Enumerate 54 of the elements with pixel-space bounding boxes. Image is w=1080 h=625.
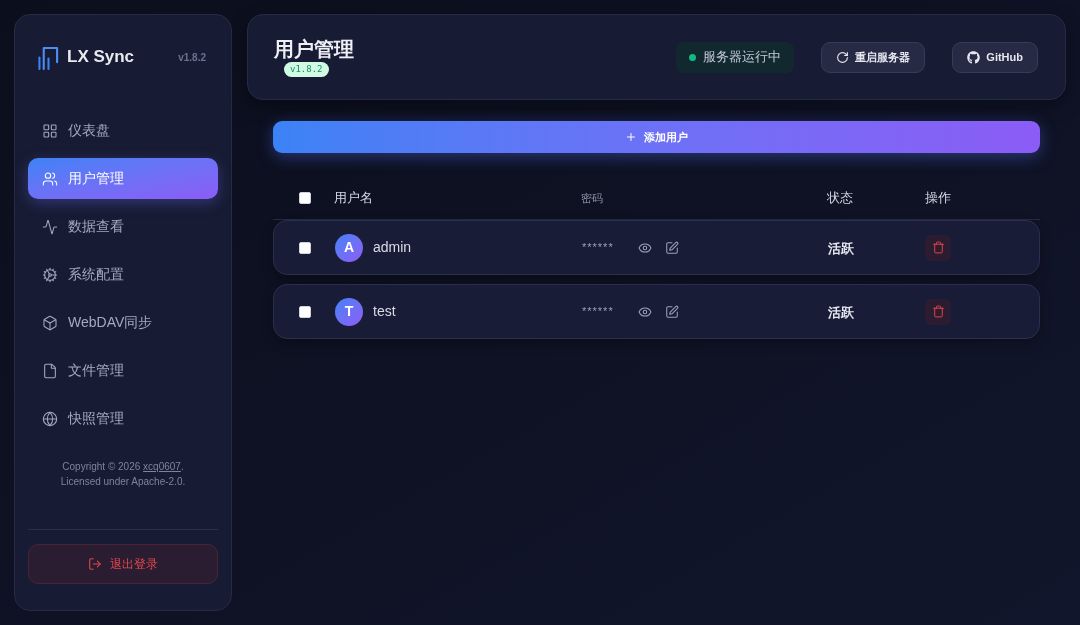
- nav-item[interactable]: WebDAV同步: [28, 302, 218, 343]
- nav-item[interactable]: 快照管理: [28, 398, 218, 439]
- username-text: admin: [373, 238, 412, 257]
- users-icon: [42, 170, 58, 187]
- nav-item[interactable]: 数据查看: [28, 206, 218, 247]
- username-text: test: [373, 302, 396, 321]
- trash-icon: [931, 241, 945, 254]
- nav-item[interactable]: 文件管理: [28, 350, 218, 391]
- file-icon: [42, 362, 58, 379]
- checkbox[interactable]: [299, 192, 311, 204]
- nav-item[interactable]: 仪表盘: [28, 110, 218, 151]
- status-text: 活跃: [828, 304, 854, 320]
- eye-icon[interactable]: [637, 304, 652, 319]
- cube-icon: [42, 314, 58, 331]
- eye-icon[interactable]: [637, 240, 652, 255]
- column-header: 密码: [581, 191, 603, 204]
- checkbox[interactable]: [299, 305, 311, 318]
- github-button[interactable]: GitHub: [952, 41, 1038, 73]
- edit-icon[interactable]: [664, 240, 679, 255]
- nav-item[interactable]: 系统配置: [28, 254, 218, 295]
- author-link[interactable]: xcq0607: [143, 461, 181, 472]
- column-header: 操作: [925, 190, 951, 206]
- trash-icon: [931, 305, 945, 318]
- license-text: Licensed under Apache-2.0.: [60, 475, 186, 489]
- settings-icon: [42, 266, 58, 283]
- plus-icon: [625, 131, 637, 143]
- refresh-icon: [836, 50, 850, 64]
- page-title: 用户管理: [274, 37, 354, 61]
- version-badge: v1.8.2: [284, 62, 329, 77]
- globe-icon: [42, 410, 58, 427]
- status-label: 服务器运行中: [703, 48, 782, 67]
- delete-button[interactable]: [925, 298, 951, 325]
- password-text: ******: [582, 304, 614, 320]
- logo-icon: [38, 44, 59, 70]
- github-icon: [967, 50, 981, 64]
- user-avatar: T: [335, 297, 363, 326]
- grid-icon: [42, 122, 58, 139]
- column-header: 状态: [827, 190, 853, 206]
- activity-icon: [42, 218, 58, 235]
- logout-button[interactable]: 退出登录: [28, 544, 218, 584]
- brand-name: LX Sync: [67, 46, 135, 69]
- password-text: ******: [582, 240, 614, 256]
- version-label: v1.8.2: [178, 50, 206, 65]
- delete-button[interactable]: [925, 234, 951, 261]
- column-header: 用户名: [334, 190, 373, 206]
- checkbox[interactable]: [299, 241, 311, 254]
- logout-icon: [88, 557, 102, 571]
- status-text: 活跃: [828, 240, 854, 256]
- user-avatar: A: [335, 233, 363, 262]
- add-user-button[interactable]: 添加用户: [273, 121, 1040, 153]
- copyright-text: Copyright © 2026 xcq0607.: [62, 460, 184, 474]
- nav-item[interactable]: 用户管理: [28, 158, 218, 199]
- restart-button[interactable]: 重启服务器: [821, 41, 926, 73]
- edit-icon[interactable]: [664, 304, 679, 319]
